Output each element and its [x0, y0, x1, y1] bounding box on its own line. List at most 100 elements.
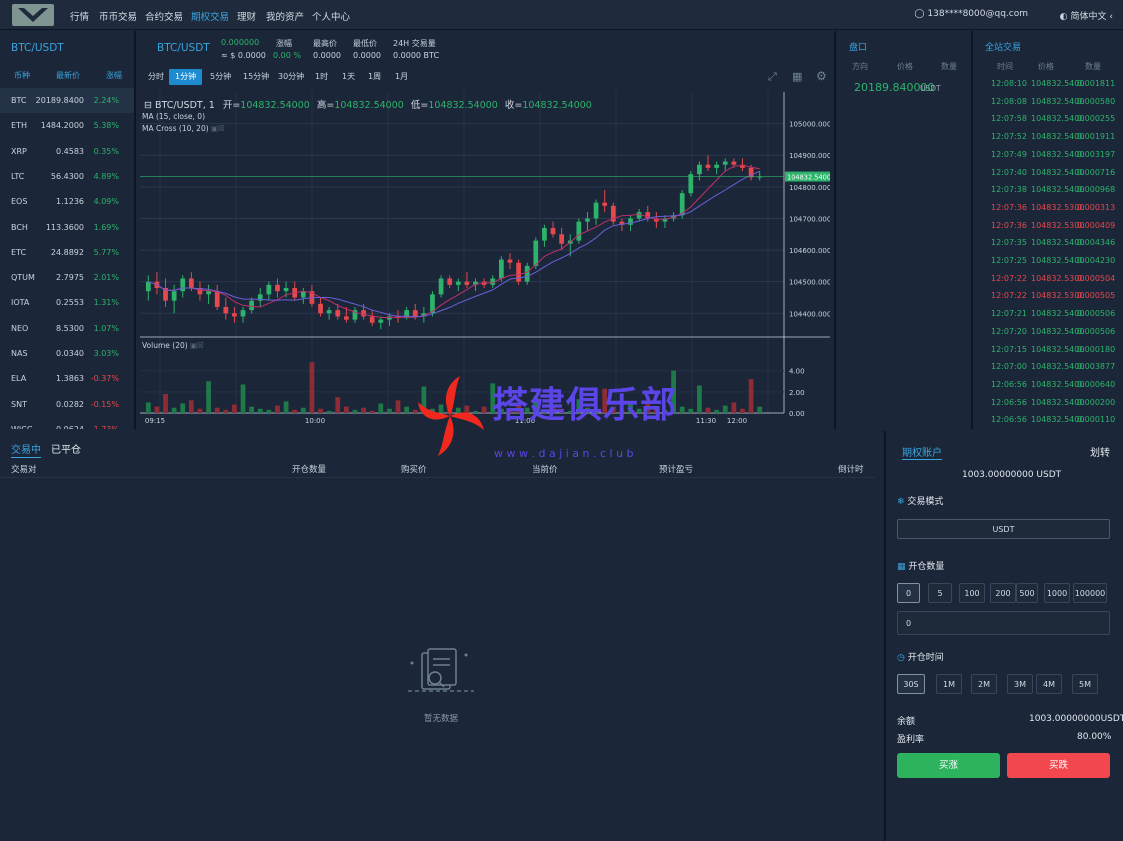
- time-option-button[interactable]: 30S: [897, 674, 925, 694]
- market-price: 8.5300: [56, 323, 84, 333]
- chart-collapse-icon[interactable]: ⊟: [144, 100, 152, 111]
- candle-body: [249, 300, 255, 311]
- time-option-button[interactable]: 5M: [1072, 674, 1098, 694]
- time-option-button[interactable]: 1M: [936, 674, 962, 694]
- market-row[interactable]: WICC 0.0624 -1.73%: [0, 417, 134, 429]
- quantity-option-button[interactable]: 100: [959, 583, 985, 603]
- candle-body: [335, 310, 341, 317]
- market-symbol: QTUM: [11, 273, 35, 283]
- volume-bar: [585, 407, 590, 413]
- quantity-option-button[interactable]: 0: [897, 583, 920, 603]
- candlestick-chart[interactable]: 105000.00000 104900.00000 104800.00000 1047…: [140, 92, 830, 429]
- market-row[interactable]: LTC 56.4300 4.89%: [0, 164, 134, 189]
- market-row[interactable]: SNT 0.0282 -0.15%: [0, 392, 134, 417]
- fullscreen-icon[interactable]: ⤢: [768, 70, 777, 84]
- interval-tab[interactable]: 1周: [362, 69, 387, 85]
- indicator-icon[interactable]: ▦: [792, 70, 802, 83]
- quantity-option-button[interactable]: 100000: [1073, 583, 1107, 603]
- market-price: 0.2553: [56, 298, 84, 308]
- market-row[interactable]: NEO 8.5300 1.07%: [0, 316, 134, 341]
- coins-icon: ▦: [897, 562, 906, 572]
- orders-col-pnl: 预计盈亏: [659, 465, 694, 475]
- trade-quantity: 0.000504: [1077, 273, 1116, 283]
- trade-quantity: 0.000110: [1077, 415, 1116, 425]
- quantity-option-button[interactable]: 1000: [1044, 583, 1070, 603]
- quantity-option-button[interactable]: 200: [990, 583, 1016, 603]
- account-title[interactable]: 期权账户: [902, 444, 942, 460]
- market-row[interactable]: QTUM 2.7975 2.01%: [0, 265, 134, 290]
- time-option-button[interactable]: 4M: [1036, 674, 1062, 694]
- volume-bar: [576, 399, 582, 413]
- market-row[interactable]: ETC 24.8892 5.77%: [0, 240, 134, 265]
- market-change: -0.15%: [90, 399, 119, 409]
- interval-tab[interactable]: 1月: [389, 69, 414, 85]
- volume-bar: [378, 403, 384, 413]
- nav-item-contract[interactable]: 合约交易: [145, 9, 183, 23]
- x-tick-label: 11:30: [696, 417, 716, 425]
- market-row[interactable]: ELA 1.3863 -0.37%: [0, 366, 134, 391]
- volume-bar: [722, 405, 728, 413]
- trade-mode-select[interactable]: USDT: [897, 519, 1110, 539]
- interval-tab[interactable]: 5分钟: [204, 69, 237, 85]
- x-tick-label: 09:15: [145, 417, 165, 425]
- market-price: 1484.2000: [40, 121, 84, 131]
- transfer-button[interactable]: 划转: [1090, 444, 1110, 459]
- candle-body: [585, 218, 590, 222]
- market-row[interactable]: NAS 0.0340 3.03%: [0, 341, 134, 366]
- volume-bar: [481, 406, 487, 413]
- market-change: 1.07%: [93, 323, 119, 333]
- volume-bar: [361, 407, 366, 413]
- market-row[interactable]: XRP 0.4583 0.35%: [0, 139, 134, 164]
- time-option-button[interactable]: 3M: [1007, 674, 1033, 694]
- interval-tab[interactable]: 分时: [142, 69, 170, 85]
- interval-tab[interactable]: 30分钟: [272, 69, 310, 85]
- nav-item-spot[interactable]: 币币交易: [99, 9, 137, 23]
- quantity-option-button[interactable]: 5: [928, 583, 952, 603]
- tab-open-orders[interactable]: 交易中: [11, 441, 41, 458]
- market-row[interactable]: BCH 113.3600 1.69%: [0, 215, 134, 240]
- interval-tab[interactable]: 1时: [309, 69, 334, 85]
- volume-bar: [671, 370, 676, 413]
- quantity-input[interactable]: 0: [897, 611, 1110, 635]
- option-account-panel: 期权账户 划转 1003.00000000 USDT ❄ 交易模式 USDT ▦…: [884, 431, 1123, 841]
- interval-tab[interactable]: 15分钟: [237, 69, 275, 85]
- market-symbol: IOTA: [11, 298, 30, 308]
- volume-bar: [559, 408, 565, 413]
- top-nav: 行情 币币交易 合约交易 期权交易 理财 我的资产 个人中心 ◯ 138****8…: [0, 0, 1123, 30]
- buy-up-button[interactable]: 买涨: [897, 753, 1000, 778]
- interval-tab[interactable]: 1分钟: [169, 69, 203, 85]
- user-menu[interactable]: ◯ 138****8000@qq.com: [914, 9, 1028, 19]
- candle-body: [326, 310, 332, 314]
- tab-closed-orders[interactable]: 已平仓: [51, 441, 81, 456]
- user-email: 138****8000@qq.com: [927, 9, 1028, 19]
- trade-quantity: 0.000506: [1077, 309, 1116, 319]
- settings-gear-icon[interactable]: ⚙: [816, 69, 827, 83]
- interval-tab[interactable]: 1天: [336, 69, 361, 85]
- x-tick-label: 10:00: [305, 417, 325, 425]
- market-row[interactable]: ETH 1484.2000 5.38%: [0, 113, 134, 138]
- volume-bar: [464, 405, 470, 413]
- nav-item-profile[interactable]: 个人中心: [312, 9, 350, 23]
- quantity-option-button[interactable]: 500: [1016, 583, 1038, 603]
- nav-item-options[interactable]: 期权交易: [191, 9, 229, 23]
- logo[interactable]: [12, 4, 54, 26]
- market-change: 5.77%: [93, 247, 119, 257]
- volume-bar: [645, 402, 651, 413]
- market-row[interactable]: BTC 20189.8400 2.24%: [0, 88, 134, 113]
- ticker-change-value: 0.00 %: [273, 51, 301, 60]
- volume-bar: [197, 408, 203, 413]
- indicator-settings-icon[interactable]: ▣☒: [211, 124, 225, 133]
- volume-bar: [145, 402, 151, 413]
- volume-settings-icon[interactable]: ▣☒: [190, 341, 204, 350]
- trade-time: 12:07:25: [991, 256, 1027, 265]
- nav-item-quotes[interactable]: 行情: [70, 9, 89, 23]
- candle-body: [447, 278, 453, 285]
- buy-down-button[interactable]: 买跌: [1007, 753, 1110, 778]
- nav-item-finance[interactable]: 理财: [237, 9, 256, 23]
- time-option-button[interactable]: 2M: [971, 674, 997, 694]
- market-row[interactable]: EOS 1.1236 4.09%: [0, 189, 134, 214]
- nav-item-assets[interactable]: 我的资产: [266, 9, 304, 23]
- language-selector[interactable]: ◐ 简体中文 ‹: [1060, 9, 1113, 22]
- market-row[interactable]: IOTA 0.2553 1.31%: [0, 290, 134, 315]
- trade-quantity: 0.000640: [1077, 379, 1116, 389]
